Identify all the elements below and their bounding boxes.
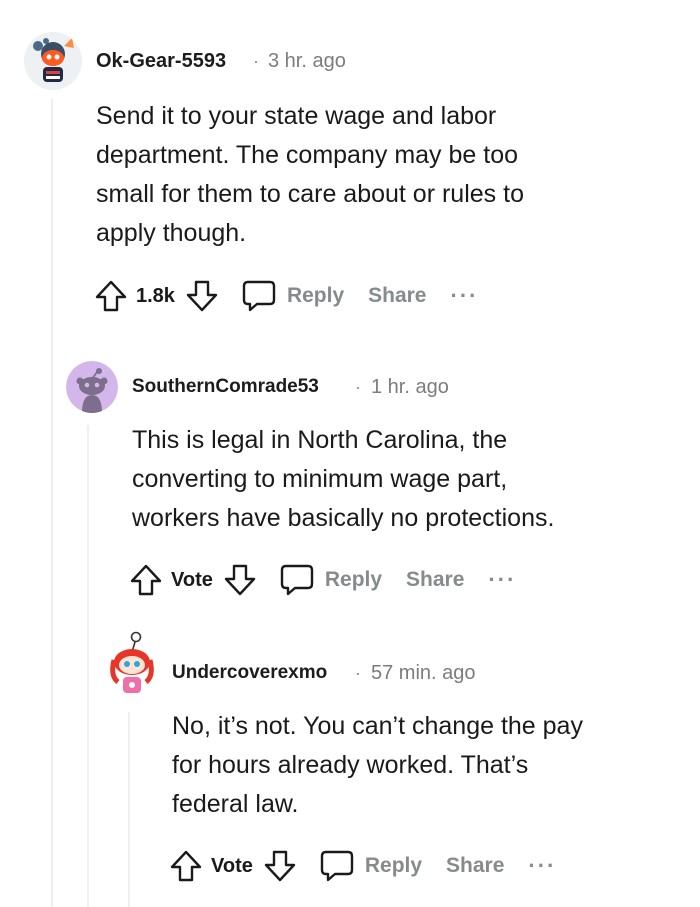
more-options-icon[interactable]: ··· bbox=[528, 853, 556, 879]
share-button[interactable]: Share bbox=[368, 284, 426, 308]
red-hair-snoo-icon[interactable] bbox=[104, 630, 160, 702]
reply-bubble-icon[interactable] bbox=[319, 848, 355, 884]
comment-body: This is legal in North Carolina, the con… bbox=[132, 421, 554, 538]
vote-score: 1.8k bbox=[136, 284, 175, 307]
comment-body: Send it to your state wage and labor dep… bbox=[96, 97, 524, 253]
username[interactable]: SouthernComrade53 bbox=[132, 376, 319, 398]
comment-line: converting to minimum wage part, bbox=[132, 465, 508, 493]
username[interactable]: Undercoverexmo bbox=[172, 662, 327, 684]
comment-line: This is legal in North Carolina, the bbox=[132, 426, 508, 454]
comment-body: No, it’s not. You can’t change the pay f… bbox=[172, 707, 583, 824]
thread-line[interactable] bbox=[87, 425, 89, 907]
comment-line: workers have basically no protections. bbox=[132, 504, 555, 532]
vote-label: Vote bbox=[171, 568, 213, 591]
comment-actions: Vote Reply Share ··· bbox=[129, 560, 516, 600]
downvote-icon[interactable] bbox=[185, 279, 219, 313]
comment-line: No, it’s not. You can’t change the pay bbox=[172, 712, 583, 740]
reply-bubble-icon[interactable] bbox=[241, 278, 277, 314]
comment-line: Send it to your state wage and labor bbox=[96, 102, 497, 130]
thread-line[interactable] bbox=[51, 98, 53, 907]
comment-line: federal law. bbox=[172, 790, 299, 818]
reply-button[interactable]: Reply bbox=[365, 854, 422, 878]
upvote-icon[interactable] bbox=[94, 279, 128, 313]
downvote-icon[interactable] bbox=[263, 849, 297, 883]
more-options-icon[interactable]: ··· bbox=[451, 283, 479, 309]
comment-actions: 1.8k Reply Share ··· bbox=[94, 276, 478, 316]
downvote-icon[interactable] bbox=[223, 563, 257, 597]
snoo-avatar-icon[interactable] bbox=[24, 32, 82, 90]
timestamp[interactable]: 3 hr. ago bbox=[268, 50, 346, 73]
share-button[interactable]: Share bbox=[446, 854, 504, 878]
comment-line: apply though. bbox=[96, 219, 247, 247]
reply-button[interactable]: Reply bbox=[287, 284, 344, 308]
reply-button[interactable]: Reply bbox=[325, 568, 382, 592]
share-button[interactable]: Share bbox=[406, 568, 464, 592]
comment-line: department. The company may be too bbox=[96, 141, 518, 169]
vote-label: Vote bbox=[211, 854, 253, 877]
reply-bubble-icon[interactable] bbox=[279, 562, 315, 598]
upvote-icon[interactable] bbox=[129, 563, 163, 597]
separator-dot: · bbox=[355, 663, 361, 683]
thread-line[interactable] bbox=[128, 712, 130, 907]
default-snoo-icon[interactable] bbox=[66, 361, 118, 413]
separator-dot: · bbox=[253, 51, 259, 71]
comment-actions: Vote Reply Share ··· bbox=[169, 846, 556, 886]
username[interactable]: Ok-Gear-5593 bbox=[96, 50, 226, 73]
more-options-icon[interactable]: ··· bbox=[488, 567, 516, 593]
comment-line: small for them to care about or rules to bbox=[96, 180, 524, 208]
comment-line: for hours already worked. That’s bbox=[172, 751, 529, 779]
timestamp[interactable]: 1 hr. ago bbox=[371, 376, 449, 399]
separator-dot: · bbox=[355, 377, 361, 397]
timestamp[interactable]: 57 min. ago bbox=[371, 662, 476, 685]
upvote-icon[interactable] bbox=[169, 849, 203, 883]
